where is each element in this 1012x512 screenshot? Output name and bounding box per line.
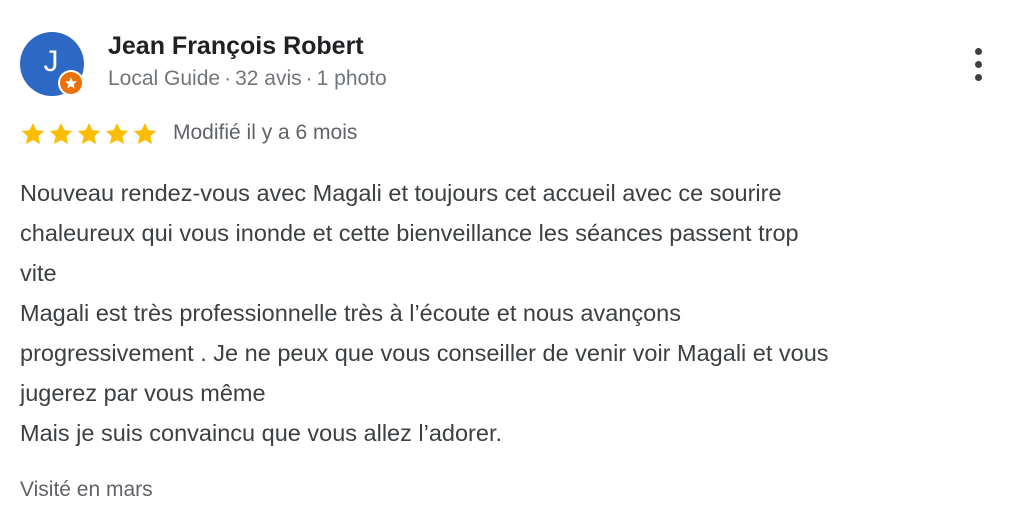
star-icon [104,121,130,147]
star-icon [76,121,102,147]
review-line: vite [20,260,57,286]
more-vert-icon [974,60,982,68]
avatar-initial: J [43,45,59,78]
star-icon [132,121,158,147]
review-line: Magali est très professionnelle très à l… [20,300,681,326]
review-line: chaleureux qui vous inonde et cette bien… [20,220,799,246]
more-vert-icon [974,47,982,55]
review-line: progressivement . Je ne peux que vous co… [20,340,829,366]
meta-separator: · [305,67,313,90]
reviewer-meta: Local Guide · 32 avis · 1 photo [108,67,387,91]
reviews-count: 32 avis [235,67,302,90]
local-guide-star-icon [60,72,82,94]
star-icon [48,121,74,147]
review-text: Nouveau rendez-vous avec Magali et toujo… [20,173,990,453]
meta-separator: · [224,67,232,90]
modified-date: Modifié il y a 6 mois [173,121,358,144]
star-icon [20,121,46,147]
review-line: Nouveau rendez-vous avec Magali et toujo… [20,180,782,206]
review-line: Mais je suis convaincu que vous allez l’… [20,420,503,446]
star-rating [20,121,158,147]
photos-count: 1 photo [316,67,387,90]
local-guide-badge [58,70,84,96]
more-options-button[interactable] [964,40,992,88]
reviewer-role: Local Guide [108,67,221,90]
more-vert-icon [974,73,982,81]
reviewer-name[interactable]: Jean François Robert [108,32,364,61]
review-line: jugerez par vous même [20,380,266,406]
visited-date: Visité en mars [20,478,153,501]
